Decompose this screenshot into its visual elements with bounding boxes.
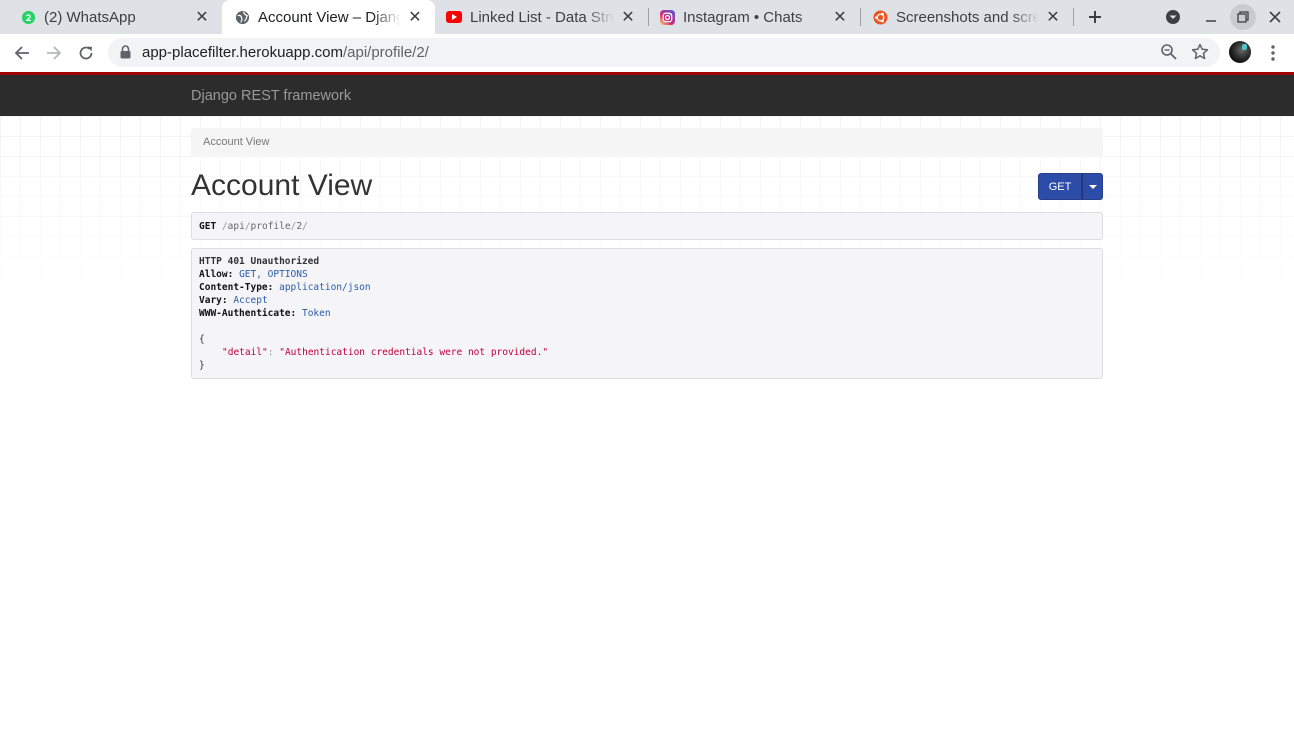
bookmark-star-icon[interactable] bbox=[1191, 43, 1209, 66]
lock-icon[interactable] bbox=[120, 45, 131, 64]
profile-avatar[interactable] bbox=[1229, 41, 1251, 63]
reload-button[interactable] bbox=[72, 39, 100, 67]
json-value: "Authentication credentials were not pro… bbox=[279, 347, 549, 358]
json-key: "detail" bbox=[222, 347, 268, 358]
tab-title: Instagram • Chats bbox=[683, 8, 803, 26]
menu-button[interactable] bbox=[1259, 39, 1287, 67]
close-icon[interactable]: ✕ bbox=[830, 7, 850, 27]
close-icon[interactable]: ✕ bbox=[618, 7, 638, 27]
request-info: GET /api/profile/2/ bbox=[191, 212, 1103, 240]
tab-strip: 2 (2) WhatsApp ✕ Account View – Django R… bbox=[0, 0, 1294, 34]
ubuntu-icon bbox=[872, 9, 888, 25]
close-icon[interactable]: ✕ bbox=[405, 7, 425, 27]
address-bar[interactable]: app-placefilter.herokuapp.com/api/profil… bbox=[108, 38, 1220, 67]
get-button[interactable]: GET bbox=[1038, 173, 1082, 200]
more-vert-icon bbox=[1271, 45, 1275, 61]
get-format-dropdown[interactable] bbox=[1082, 173, 1103, 200]
url-path: /api/profile/2/ bbox=[342, 44, 429, 61]
request-method: GET bbox=[199, 221, 217, 232]
caret-down-icon bbox=[1088, 184, 1097, 189]
forward-button[interactable] bbox=[40, 39, 68, 67]
tab-separator bbox=[1073, 8, 1074, 26]
tab-title: Account View – Django REST framework bbox=[258, 8, 401, 26]
reload-icon bbox=[79, 46, 93, 60]
plus-icon bbox=[1089, 11, 1101, 23]
chevron-down-icon bbox=[1166, 10, 1180, 24]
url-host: app-placefilter.herokuapp.com bbox=[142, 44, 343, 61]
breadcrumb-item[interactable]: Account View bbox=[203, 136, 269, 148]
minimize-button[interactable] bbox=[1198, 4, 1224, 30]
close-icon[interactable]: ✕ bbox=[1043, 7, 1063, 27]
navbar: Django REST framework bbox=[0, 72, 1294, 116]
zoom-icon[interactable] bbox=[1160, 43, 1178, 66]
instagram-icon bbox=[659, 9, 675, 25]
minimize-icon bbox=[1206, 20, 1216, 22]
whatsapp-icon: 2 bbox=[20, 9, 36, 25]
json-close-brace: } bbox=[199, 360, 205, 371]
globe-icon bbox=[234, 9, 250, 25]
tab-account-view[interactable]: Account View – Django REST framework ✕ bbox=[222, 0, 435, 34]
restore-button[interactable] bbox=[1230, 4, 1256, 30]
response-header-allow: Allow: GET, OPTIONS bbox=[199, 269, 308, 280]
response-status: HTTP 401 Unauthorized bbox=[199, 256, 320, 267]
tab-title: Screenshots and screen recordings bbox=[896, 8, 1039, 26]
close-window-button[interactable] bbox=[1262, 4, 1288, 30]
request-path-part: profile bbox=[250, 221, 291, 232]
page-content: Django REST framework Account View Accou… bbox=[0, 72, 1294, 741]
tab-youtube[interactable]: Linked List - Data Structures ✕ bbox=[436, 0, 648, 34]
tab-search-button[interactable] bbox=[1160, 4, 1186, 30]
arrow-left-icon bbox=[14, 46, 29, 60]
tab-screenshots[interactable]: Screenshots and screen recordings ✕ bbox=[861, 0, 1073, 34]
response-header-content-type: Content-Type: application/json bbox=[199, 282, 371, 293]
tab-instagram[interactable]: Instagram • Chats ✕ bbox=[649, 0, 860, 34]
response-header-www-authenticate: WWW-Authenticate: Token bbox=[199, 308, 331, 319]
response-info: HTTP 401 Unauthorized Allow: GET, OPTION… bbox=[191, 248, 1103, 379]
json-open-brace: { bbox=[199, 334, 205, 345]
arrow-right-icon bbox=[47, 46, 62, 60]
restore-icon bbox=[1237, 11, 1249, 23]
back-button[interactable] bbox=[8, 39, 36, 67]
new-tab-button[interactable] bbox=[1082, 4, 1108, 30]
svg-text:2: 2 bbox=[25, 12, 31, 22]
json-detail-line: "detail": "Authentication credentials we… bbox=[222, 347, 549, 358]
url-text[interactable]: app-placefilter.herokuapp.com/api/profil… bbox=[142, 44, 429, 61]
close-icon bbox=[1269, 11, 1281, 23]
request-path-part: api bbox=[227, 221, 245, 232]
navbar-brand[interactable]: Django REST framework bbox=[191, 88, 351, 104]
tab-title: Linked List - Data Structures bbox=[470, 8, 614, 26]
page-title: Account View bbox=[191, 169, 373, 202]
response-header-vary: Vary: Accept bbox=[199, 295, 268, 306]
close-icon[interactable]: ✕ bbox=[192, 7, 212, 27]
tab-title: (2) WhatsApp bbox=[44, 8, 136, 26]
tab-whatsapp[interactable]: 2 (2) WhatsApp ✕ bbox=[0, 0, 222, 34]
request-line: GET /api/profile/2/ bbox=[199, 221, 308, 232]
breadcrumb: Account View bbox=[191, 128, 1103, 157]
get-button-group: GET bbox=[1038, 173, 1103, 200]
youtube-icon bbox=[446, 9, 462, 25]
browser-toolbar: app-placefilter.herokuapp.com/api/profil… bbox=[0, 34, 1294, 72]
